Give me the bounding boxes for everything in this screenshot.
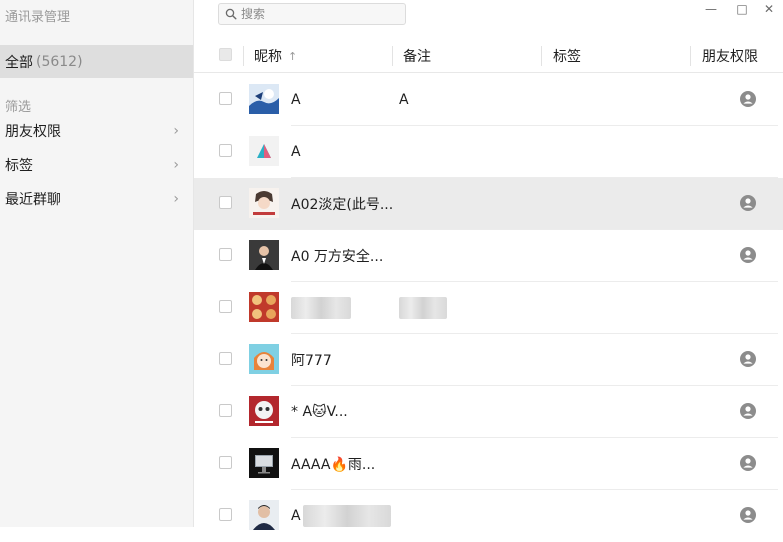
column-header-remark[interactable]: 备注 <box>403 40 431 72</box>
row-checkbox[interactable] <box>219 92 232 105</box>
maximize-button[interactable]: □ <box>728 0 756 18</box>
friend-permission-icon[interactable] <box>740 91 756 107</box>
friend-permission-icon[interactable] <box>740 507 756 523</box>
contact-nickname: * A🐱V... <box>291 404 348 420</box>
friend-permission-icon[interactable] <box>740 455 756 471</box>
friend-permission-icon[interactable] <box>740 403 756 419</box>
sidebar-item-label: 朋友权限 <box>5 124 61 140</box>
row-checkbox[interactable] <box>219 248 232 261</box>
column-divider[interactable] <box>690 46 691 66</box>
close-button[interactable]: ✕ <box>755 0 783 18</box>
blurred-text <box>291 297 351 319</box>
contact-nickname: A02淡定(此号... <box>291 197 394 213</box>
chevron-right-icon: › <box>173 123 179 139</box>
table-row[interactable]: A02淡定(此号... <box>194 178 783 230</box>
table-row[interactable]: 阿777 <box>194 334 783 386</box>
column-header-permission[interactable]: 朋友权限 <box>702 40 758 72</box>
blurred-text <box>399 297 447 319</box>
avatar <box>249 500 279 530</box>
table-header: 昵称 ↑ 备注 标签 朋友权限 <box>194 40 783 73</box>
avatar <box>249 188 279 218</box>
select-all-checkbox[interactable] <box>219 48 232 61</box>
table-row[interactable]: A <box>194 126 783 178</box>
contact-remark: A <box>399 92 409 108</box>
column-divider[interactable] <box>243 46 244 66</box>
column-divider[interactable] <box>392 46 393 66</box>
sidebar-item-recent-groups[interactable]: 最近群聊 › <box>0 183 193 215</box>
avatar <box>249 84 279 114</box>
contact-nickname: A0 万方安全... <box>291 249 384 265</box>
search-input[interactable] <box>241 7 391 21</box>
column-header-tags[interactable]: 标签 <box>553 40 581 72</box>
table-row[interactable]: A0 万方安全... <box>194 230 783 282</box>
row-checkbox[interactable] <box>219 508 232 521</box>
search-icon <box>225 8 237 20</box>
sidebar-item-label: 标签 <box>5 158 33 174</box>
chevron-right-icon: › <box>173 191 179 207</box>
avatar <box>249 448 279 478</box>
row-checkbox[interactable] <box>219 404 232 417</box>
avatar <box>249 240 279 270</box>
table-row[interactable] <box>194 282 783 334</box>
contact-nickname: 阿777 <box>291 353 332 369</box>
row-checkbox[interactable] <box>219 352 232 365</box>
row-checkbox[interactable] <box>219 196 232 209</box>
table-row[interactable]: * A🐱V... <box>194 386 783 438</box>
sidebar-item-label: 最近群聊 <box>5 192 61 208</box>
avatar <box>249 344 279 374</box>
friend-permission-icon[interactable] <box>740 351 756 367</box>
contact-nickname: AAAA🔥雨... <box>291 457 376 473</box>
column-header-nickname[interactable]: 昵称 ↑ <box>254 40 297 72</box>
sidebar-title: 通讯录管理 <box>5 10 71 25</box>
row-checkbox[interactable] <box>219 456 232 469</box>
avatar <box>249 292 279 322</box>
chevron-right-icon: › <box>173 157 179 173</box>
sidebar-item-all[interactable]: 全部 (5612) <box>0 45 193 78</box>
contact-remark <box>399 282 447 334</box>
column-header-nickname-label: 昵称 <box>254 49 282 65</box>
contact-nickname: A <box>291 490 391 542</box>
contact-nickname <box>291 282 351 334</box>
row-checkbox[interactable] <box>219 144 232 157</box>
friend-permission-icon[interactable] <box>740 247 756 263</box>
contact-nickname: A <box>291 144 301 160</box>
sidebar-item-all-label: 全部 <box>5 54 33 71</box>
row-checkbox[interactable] <box>219 300 232 313</box>
table-row[interactable]: AAAA🔥雨... <box>194 438 783 490</box>
search-box[interactable] <box>218 3 406 25</box>
avatar <box>249 396 279 426</box>
filter-heading: 筛选 <box>5 100 32 115</box>
avatar <box>249 136 279 166</box>
column-divider[interactable] <box>541 46 542 66</box>
friend-permission-icon[interactable] <box>740 195 756 211</box>
table-row[interactable]: A <box>194 490 783 542</box>
sort-ascending-icon: ↑ <box>288 49 298 63</box>
table-row[interactable]: A A <box>194 74 783 126</box>
contact-nickname: A <box>291 92 301 108</box>
sidebar: 通讯录管理 全部 (5612) 筛选 朋友权限 › 标签 › 最近群聊 › <box>0 0 194 527</box>
sidebar-item-tags[interactable]: 标签 › <box>0 149 193 181</box>
sidebar-item-all-count: (5612) <box>36 53 83 70</box>
blurred-text <box>302 505 391 527</box>
minimize-button[interactable]: — <box>697 0 725 18</box>
sidebar-item-friend-permission[interactable]: 朋友权限 › <box>0 115 193 147</box>
